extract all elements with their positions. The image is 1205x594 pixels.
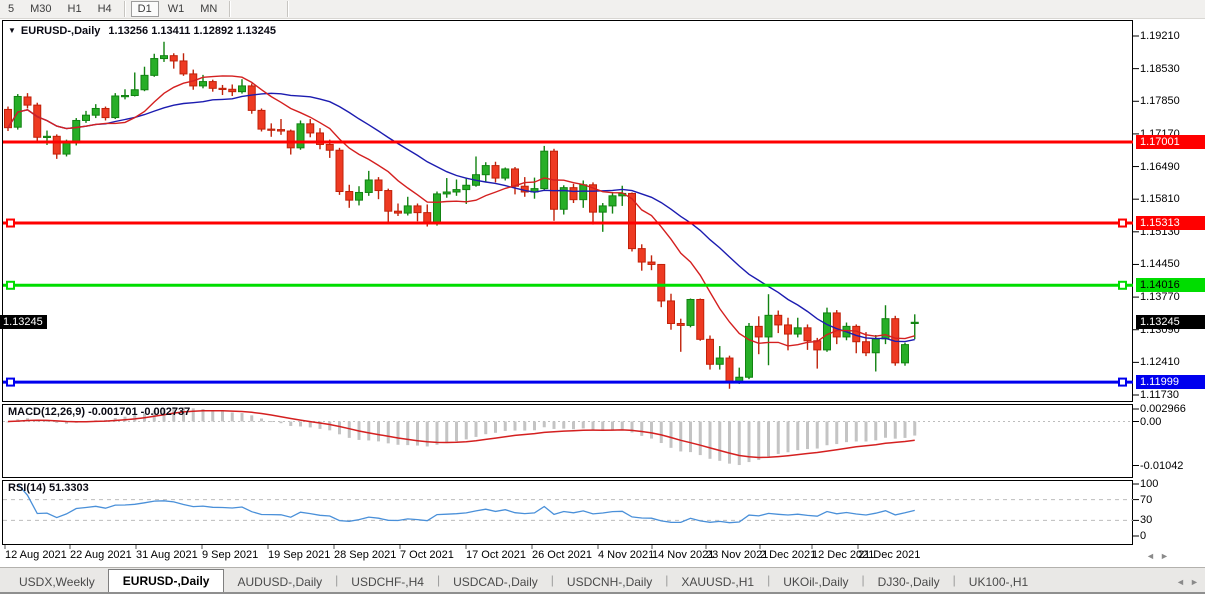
date-axis-label: 26 Oct 2021	[532, 549, 592, 561]
date-axis-label: 9 Sep 2021	[202, 549, 259, 561]
candle	[257, 108, 266, 132]
chart-scroll-right-icon[interactable]: ►	[1160, 551, 1169, 561]
tab-usdchf-h4[interactable]: USDCHF-,H4	[338, 572, 437, 593]
candle	[111, 93, 120, 120]
price-axis-label: 1.12410	[1140, 356, 1180, 369]
macd-axis-label: -0.01042	[1140, 459, 1184, 472]
rsi-axis-label: 0	[1140, 530, 1147, 542]
rsi-label: RSI(14) 51.3303	[8, 482, 89, 494]
date-axis-label: 31 Aug 2021	[136, 549, 198, 561]
candle	[296, 120, 305, 150]
candle	[686, 298, 695, 328]
current-price-badge-left: 1.13245	[0, 315, 47, 330]
line-endpoint-marker	[6, 280, 15, 290]
tab-ukoil-daily[interactable]: UKOil-,Daily	[770, 572, 861, 593]
chart-title: ▼ EURUSD-,Daily 1.13256 1.13411 1.12892 1.…	[8, 25, 276, 37]
price-axis-label: 1.16490	[1140, 160, 1180, 173]
date-axis-label: 21 Dec 2021	[858, 549, 921, 561]
price-level-badge: 1.17001	[1136, 135, 1205, 150]
price-axis-label: 1.18530	[1140, 62, 1180, 75]
tab-xauusd-h1[interactable]: XAUUSD-,H1	[668, 572, 767, 593]
tab-usdcad-daily[interactable]: USDCAD-,Daily	[440, 572, 551, 593]
candle	[247, 83, 256, 114]
chart-tab-bar: USDX,Weekly EURUSD-,Daily AUDUSD-,Daily | US…	[0, 567, 1205, 593]
date-axis-label: 4 Nov 2021	[598, 549, 655, 561]
candlestick-chart[interactable]	[0, 0, 1205, 594]
candle	[901, 342, 909, 366]
price-level-badge: 1.14016	[1136, 278, 1205, 293]
date-axis-label: 12 Aug 2021	[5, 549, 67, 561]
price-level-badge: 1.15313	[1136, 216, 1205, 231]
symbol-dropdown-icon[interactable]: ▼	[8, 26, 16, 35]
line-endpoint-marker	[1118, 218, 1127, 228]
tab-eurusd-daily[interactable]: EURUSD-,Daily	[107, 569, 225, 593]
tabbar-scroll-left-icon[interactable]: ◄	[1176, 577, 1185, 587]
chart-scroll-left-icon[interactable]: ◄	[1146, 551, 1155, 561]
tab-uk100-h1[interactable]: UK100-,H1	[956, 572, 1041, 593]
symbol-name: EURUSD-,Daily	[20, 25, 101, 37]
price-axis-label: 1.11730	[1140, 389, 1179, 401]
line-endpoint-marker	[6, 218, 15, 228]
rsi-axis-label: 30	[1140, 514, 1153, 527]
candle	[433, 191, 441, 226]
date-axis-label: 19 Sep 2021	[268, 549, 331, 561]
tab-usdx-weekly[interactable]: USDX,Weekly	[6, 572, 108, 593]
tabbar-scroll-right-icon[interactable]: ►	[1190, 577, 1199, 587]
line-endpoint-marker	[1118, 377, 1127, 387]
price-axis-label: 1.19210	[1140, 30, 1180, 42]
tab-audusd-daily[interactable]: AUDUSD-,Daily	[224, 572, 335, 593]
candle	[33, 102, 42, 142]
candle	[696, 298, 705, 341]
candle	[745, 323, 753, 380]
rsi-axis-label: 100	[1140, 478, 1159, 490]
date-axis-label: 7 Oct 2021	[400, 549, 454, 561]
rsi-axis-label: 70	[1140, 493, 1153, 506]
line-endpoint-marker	[6, 377, 15, 387]
date-axis-label: 28 Sep 2021	[334, 549, 397, 561]
candle	[706, 335, 714, 370]
candle	[823, 307, 831, 352]
date-axis-label: 2 Dec 2021	[760, 549, 817, 561]
tab-usdcnh-daily[interactable]: USDCNH-,Daily	[554, 572, 665, 593]
macd-label: MACD(12,26,9) -0.001701 -0.002737	[8, 406, 191, 418]
price-axis-label: 1.14450	[1140, 258, 1180, 271]
line-endpoint-marker	[1118, 280, 1127, 290]
current-price-badge: 1.13245	[1136, 315, 1205, 330]
date-axis-label: 22 Aug 2021	[70, 549, 132, 561]
price-level-badge: 1.11999	[1136, 375, 1205, 390]
candle	[540, 145, 549, 191]
tab-dj30-daily[interactable]: DJ30-,Daily	[865, 572, 953, 593]
candle	[501, 167, 510, 181]
price-axis-label: 1.15810	[1140, 193, 1180, 206]
price-axis-label: 1.17850	[1140, 95, 1180, 108]
macd-axis-label: 0.00	[1140, 415, 1162, 428]
candle	[335, 147, 344, 195]
ohlc-values: 1.13256 1.13411 1.12892 1.13245	[108, 25, 277, 37]
date-axis-label: 17 Oct 2021	[466, 549, 526, 561]
